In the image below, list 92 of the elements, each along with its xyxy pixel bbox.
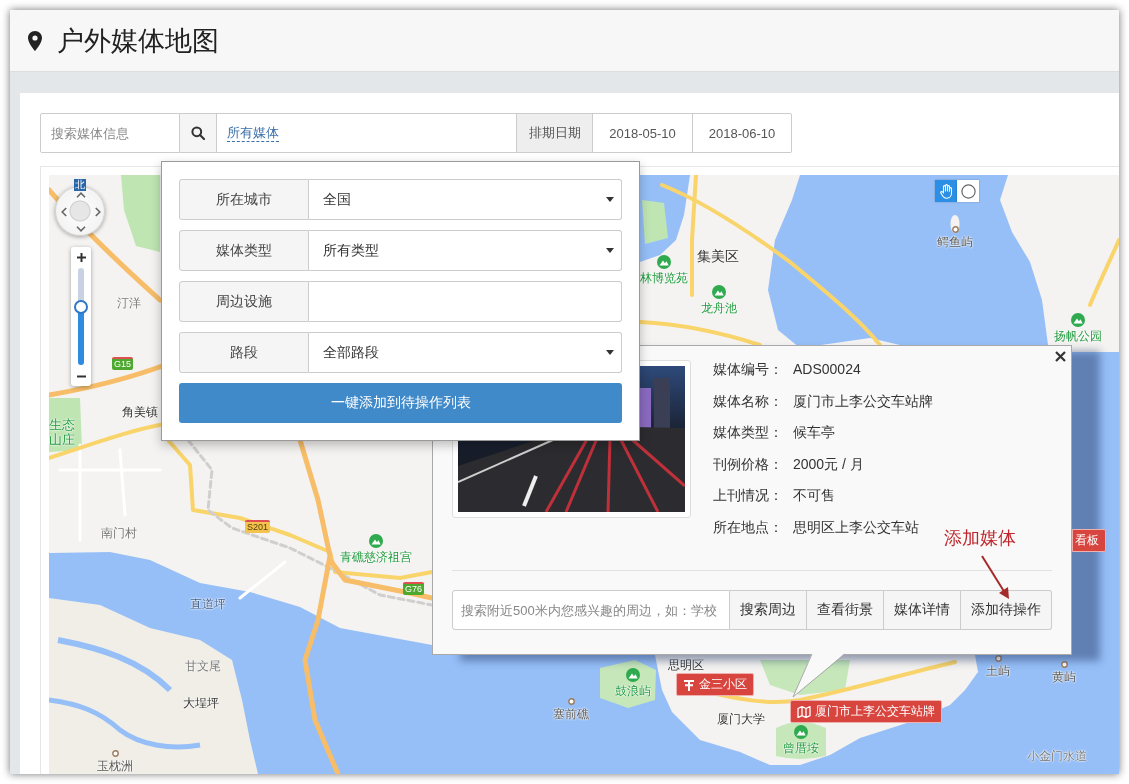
street-view-button[interactable]: 查看街景 [807,590,884,630]
field-label: 所在地点： [713,517,784,537]
annotation-label: 添加媒体 [944,527,1016,549]
field-value: 思明区上李公交车站 [793,517,919,537]
field-value: 不可售 [793,486,835,506]
chevron-left-icon [61,207,67,217]
media-filter-button[interactable]: 所有媒体 [217,113,517,153]
field-label: 媒体名称： [713,391,784,411]
field-label: 路段 [179,332,309,373]
map-marker[interactable]: 金三小区 [676,673,754,696]
mountain-icon [626,668,640,682]
field-value: ADS00024 [793,360,861,379]
place-label: 鼓浪屿 [615,684,651,698]
schedule-date-label: 排期日期 [517,113,593,153]
date-field[interactable]: 2018-05-10 [593,113,693,153]
folded-map-icon [797,705,811,718]
place-label: 林博览苑 [640,271,688,285]
signpost-icon [683,678,695,691]
north-label: 北 [74,179,86,191]
road-shield: G76 [403,582,424,595]
caret-icon [606,248,614,253]
search-icon [191,126,205,140]
mountain-icon [657,255,671,269]
field-label: 周边设施 [179,281,309,322]
place-label: 土屿 [986,664,1010,678]
place-label: 龙舟池 [701,301,737,315]
input-field[interactable] [309,281,622,322]
select-field[interactable]: 所有类型 [309,230,622,271]
field-label: 媒体类型 [179,230,309,271]
place-label: 角美镇 [122,405,158,419]
place-label: 青礁慈济祖宫 [340,550,412,564]
search-button[interactable] [180,113,217,153]
place-label: 汀洋 [117,296,141,310]
place-label: 生态山庄 [49,417,75,447]
minus-icon [76,374,86,378]
map-marker[interactable]: 看板 [1072,529,1106,552]
place-label: 塞前礁 [553,707,589,721]
map-tool-button[interactable] [957,180,979,202]
place-label: 厦门大学 [717,712,765,726]
select-field[interactable]: 全国 [309,179,622,220]
place-label: 黄屿 [1052,670,1076,684]
select-field[interactable]: 全部路段 [309,332,622,373]
field-label: 所在城市 [179,179,309,220]
plus-icon [76,252,86,262]
caret-icon [606,350,614,355]
road-shield: G15 [112,357,133,370]
media-details-button[interactable]: 媒体详情 [884,590,961,630]
field-label: 媒体编号： [713,360,784,379]
field-label: 媒体类型： [713,423,784,443]
nearby-search-field[interactable]: 搜索附近500米内您感兴趣的周边，如：学校 [452,590,730,630]
add-to-list-button[interactable]: 一键添加到待操作列表 [179,383,622,423]
mountain-icon [1071,313,1085,327]
field-value: 2000元 / 月 [793,454,864,474]
mountain-icon [712,285,726,299]
map-marker[interactable]: 厦门市上李公交车站牌 [790,700,942,723]
place-label: 思明区 [668,658,704,672]
chevron-right-icon [95,207,101,217]
place-label: 鳄鱼屿 [937,235,973,249]
mountain-icon [369,534,383,548]
place-label: 大埕坪 [183,696,219,710]
field-value: 候车亭 [793,423,835,443]
field-value: 厦门市上李公交车站牌 [793,391,933,411]
location-dot-icon [952,226,959,233]
place-label: 玉枕洲 [97,759,133,773]
search-nearby-button[interactable]: 搜索周边 [730,590,807,630]
close-icon[interactable] [1055,351,1066,362]
hand-icon [939,183,953,199]
add-to-queue-button[interactable]: 添加待操作 [961,590,1052,630]
location-pin-icon [28,30,42,51]
place-label: 扬帆公园 [1054,329,1102,343]
road-shield: S201 [245,520,271,533]
search-field[interactable]: 搜索媒体信息 [40,113,180,153]
page-title: 户外媒体地图 [57,24,219,58]
mountain-icon [794,725,808,739]
place-label: 南门村 [101,526,137,540]
place-label: 小金门水道 [1027,749,1087,763]
zoom-slider-thumb[interactable] [74,299,88,314]
location-dot-icon [112,750,119,757]
place-label: 集美区 [697,248,739,264]
chevron-up-icon [76,192,86,198]
date-field[interactable]: 2018-06-10 [693,113,792,153]
place-label: 甘文尾 [185,659,221,673]
chevron-down-icon [76,226,86,232]
circle-icon [960,183,976,199]
place-label: 直道坪 [190,597,226,611]
caret-icon [606,197,614,202]
field-label: 刊例价格： [713,454,784,474]
map-tool-button[interactable] [935,180,957,202]
place-label: 曾厝垵 [783,741,819,755]
location-dot-icon [1061,661,1068,668]
field-label: 上刊情况： [713,486,784,506]
location-dot-icon [568,698,575,705]
